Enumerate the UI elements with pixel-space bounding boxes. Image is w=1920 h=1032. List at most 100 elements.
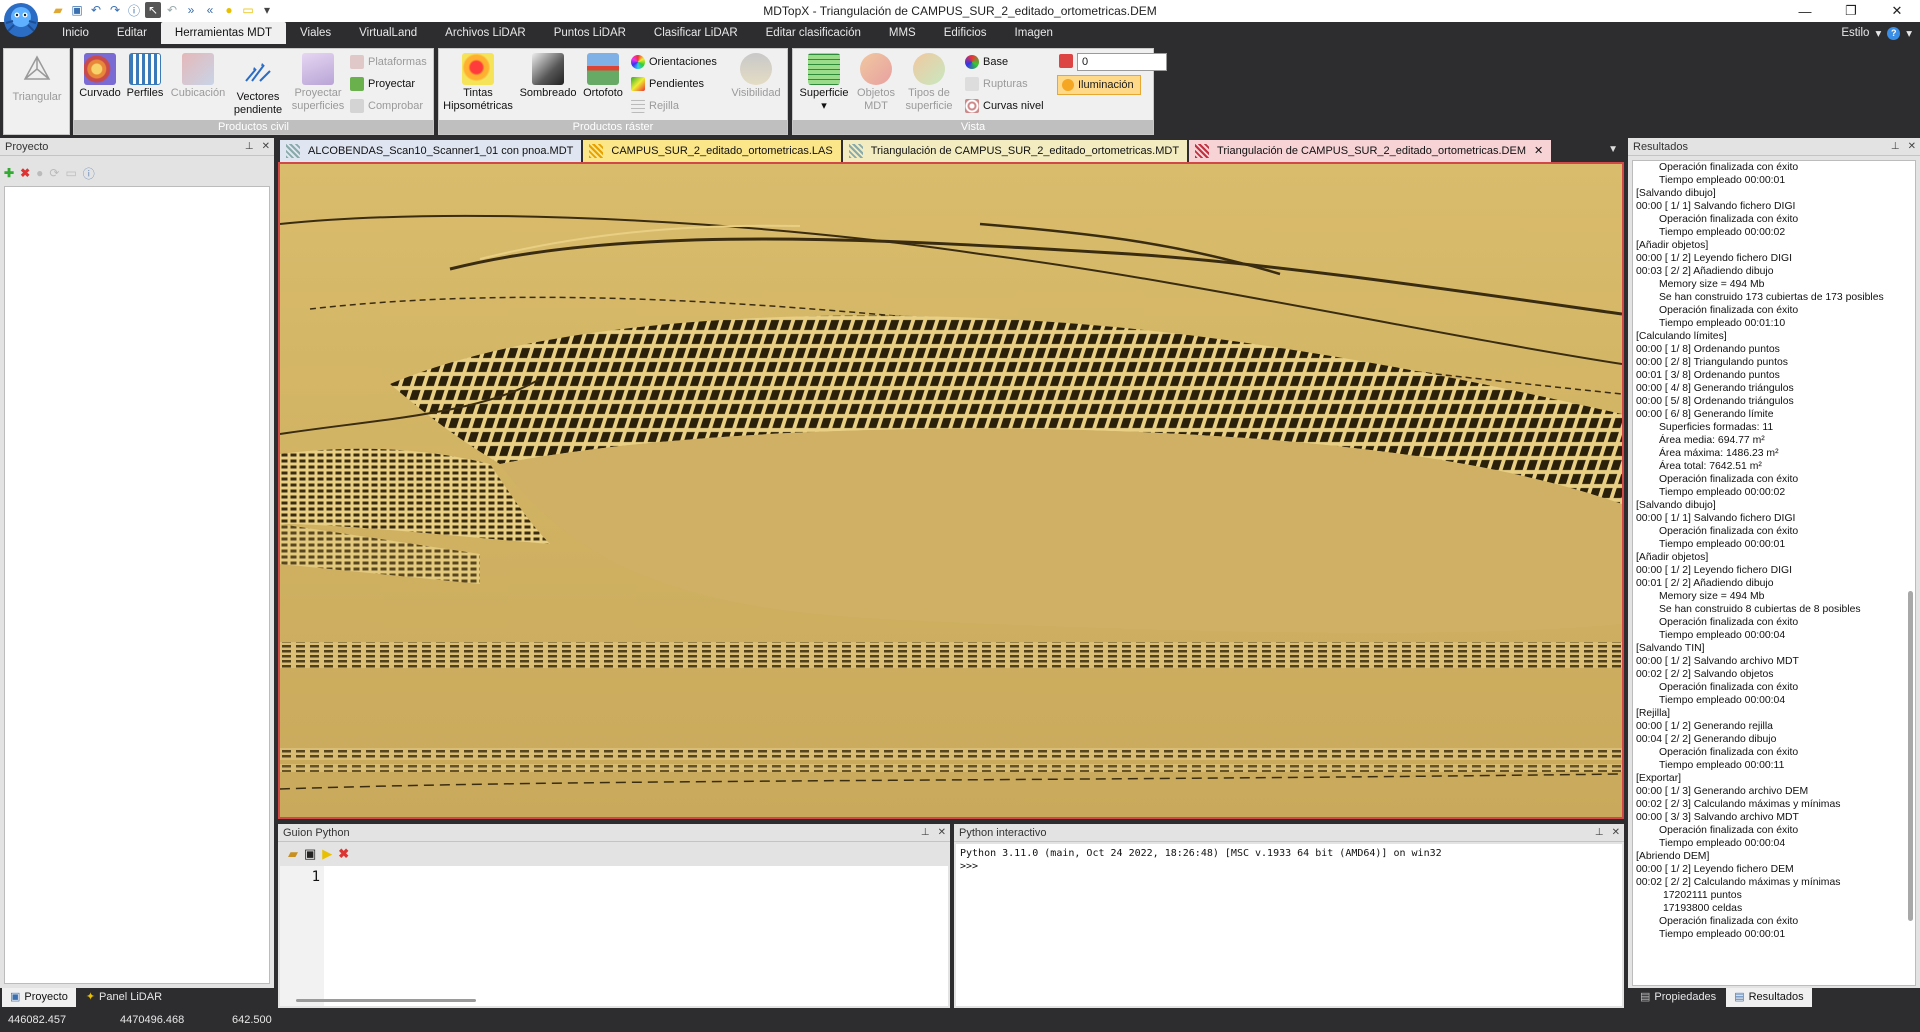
- close-icon[interactable]: ✕: [262, 138, 270, 156]
- volume-icon: [182, 53, 214, 85]
- app-logo-icon[interactable]: [2, 1, 40, 39]
- light-angle-spinbox[interactable]: 0: [1077, 53, 1167, 71]
- ribbon-right-controls: Estilo ▾ ? ▾: [1841, 26, 1912, 40]
- ribbon-tab-inicio[interactable]: Inicio: [48, 22, 103, 44]
- superficie-button[interactable]: Superficie ▾: [797, 53, 851, 113]
- help-chevron-icon[interactable]: ▾: [1906, 26, 1912, 40]
- vertical-scrollbar[interactable]: [1908, 591, 1913, 921]
- ribbon-tab-viales[interactable]: Viales: [286, 22, 345, 44]
- style-dropdown[interactable]: Estilo: [1841, 27, 1869, 39]
- objetos-mdt-button[interactable]: Objetos MDT: [853, 53, 899, 113]
- vectores-pendiente-button[interactable]: Vectores pendiente: [228, 53, 288, 117]
- ribbon-tab-virtualland[interactable]: VirtualLand: [345, 22, 431, 44]
- pin-icon[interactable]: ⊥: [1891, 138, 1900, 156]
- ribbon-tab-imagen[interactable]: Imagen: [1001, 22, 1067, 44]
- terrain-3d-viewport[interactable]: [278, 162, 1624, 819]
- plataformas-button[interactable]: Plataformas: [350, 53, 427, 71]
- ribbon-tab-edificios[interactable]: Edificios: [930, 22, 1001, 44]
- proyectar-superficies-button[interactable]: Proyectar superficies: [288, 53, 348, 113]
- style-chevron-icon[interactable]: ▾: [1875, 26, 1881, 40]
- log-line: Área total: 7642.51 m²: [1659, 461, 1762, 472]
- orientaciones-button[interactable]: Orientaciones: [631, 53, 717, 71]
- pin-icon[interactable]: ⊥: [245, 138, 254, 156]
- close-icon[interactable]: ✕: [1908, 138, 1916, 156]
- tab-panel-lidar[interactable]: ✦ Panel LiDAR: [78, 988, 170, 1007]
- comprobar-button[interactable]: Comprobar: [350, 97, 423, 115]
- log-line: Superficies formadas: 11: [1659, 422, 1774, 433]
- close-button[interactable]: ✕: [1874, 0, 1920, 22]
- tintas-hipsometricas-button[interactable]: Tintas Hipsométricas: [441, 53, 515, 113]
- sombreado-button[interactable]: Sombreado: [517, 53, 579, 100]
- results-panel-tabs: ▤ Propiedades ▤ Resultados: [1628, 988, 1920, 1008]
- tab-resultados[interactable]: ▤ Resultados: [1726, 988, 1812, 1007]
- log-line: 00:00 [ 1/ 1] Salvando fichero DIGI: [1636, 513, 1796, 524]
- add-icon[interactable]: ✚: [4, 166, 14, 180]
- python-console[interactable]: Python 3.11.0 (main, Oct 24 2022, 18:26:…: [956, 844, 1622, 1006]
- project-panel-title: Proyecto: [5, 141, 49, 153]
- project-panel-tabs: ▣ Proyecto ✦ Panel LiDAR: [0, 988, 274, 1008]
- curvas-nivel-toggle[interactable]: Curvas nivel: [965, 97, 1044, 115]
- ribbon-tab-clasificar-lidar[interactable]: Clasificar LiDAR: [640, 22, 752, 44]
- maximize-button[interactable]: ❐: [1828, 0, 1874, 22]
- coord-x: 446082.457: [8, 1014, 67, 1026]
- rupturas-toggle[interactable]: Rupturas: [965, 75, 1028, 93]
- save-icon[interactable]: ▣: [304, 846, 316, 862]
- results-log[interactable]: Operación finalizada con éxito Tiempo emp…: [1632, 160, 1916, 986]
- ribbon-tab-archivos-lidar[interactable]: Archivos LiDAR: [431, 22, 540, 44]
- project-tree[interactable]: [4, 186, 270, 984]
- document-tab[interactable]: ALCOBENDAS_Scan10_Scanner1_01 con pnoa.M…: [280, 140, 582, 162]
- close-icon[interactable]: ✕: [1612, 824, 1620, 842]
- log-line: 00:02 [ 2/ 3] Calculando máximas y mínim…: [1636, 799, 1841, 810]
- minimize-button[interactable]: —: [1782, 0, 1828, 22]
- iluminacion-toggle[interactable]: Iluminación: [1057, 75, 1141, 95]
- info-icon[interactable]: ⓘ: [83, 165, 95, 182]
- log-line: [Salvando dibujo]: [1636, 500, 1716, 511]
- log-line: [Exportar]: [1636, 773, 1682, 784]
- log-line: 00:00 [ 1/ 8] Ordenando puntos: [1636, 344, 1780, 355]
- document-tab[interactable]: Triangulación de CAMPUS_SUR_2_editado_or…: [1189, 140, 1552, 162]
- close-tab-icon[interactable]: ✕: [1534, 140, 1543, 162]
- ribbon-tab-editar[interactable]: Editar: [103, 22, 161, 44]
- rejilla-button[interactable]: Rejilla: [631, 97, 679, 115]
- lower-terrace-band: [280, 748, 1622, 760]
- run-icon[interactable]: ▶: [322, 846, 332, 862]
- ortofoto-button[interactable]: Ortofoto: [579, 53, 627, 100]
- perfiles-button[interactable]: Perfiles: [124, 53, 166, 100]
- tipos-superficie-button[interactable]: Tipos de superficie: [901, 53, 957, 113]
- refresh-icon[interactable]: ⟳: [49, 166, 59, 180]
- ribbon-tab-herramientas-mdt[interactable]: Herramientas MDT: [160, 22, 287, 44]
- python-script-editor[interactable]: 1: [280, 866, 948, 1006]
- log-line: Tiempo empleado 00:00:02: [1659, 487, 1786, 498]
- ribbon-tab-puntos-lidar[interactable]: Puntos LiDAR: [540, 22, 640, 44]
- pendientes-button[interactable]: Pendientes: [631, 75, 704, 93]
- proyectar-button[interactable]: Proyectar: [350, 75, 415, 93]
- triangular-button[interactable]: Triangular: [8, 53, 66, 104]
- document-type-icon: [589, 144, 604, 158]
- log-line: Tiempo empleado 00:00:01: [1659, 929, 1786, 940]
- log-line: 00:00 [ 1/ 2] Salvando archivo MDT: [1636, 656, 1799, 667]
- tab-list-menu-icon[interactable]: ▼: [1608, 144, 1618, 155]
- base-toggle[interactable]: Base: [965, 53, 1008, 71]
- document-tab[interactable]: Triangulación de CAMPUS_SUR_2_editado_or…: [842, 140, 1188, 162]
- document-tab[interactable]: CAMPUS_SUR_2_editado_ortometricas.LAS: [583, 140, 841, 162]
- ribbon-tab-editar-clasificaci-n[interactable]: Editar clasificación: [752, 22, 875, 44]
- visibilidad-button[interactable]: Visibilidad: [727, 53, 785, 100]
- ribbon-tab-mms[interactable]: MMS: [875, 22, 930, 44]
- results-icon: ▤: [1734, 991, 1745, 1003]
- close-icon[interactable]: ✕: [938, 824, 946, 842]
- document-tab-label: Triangulación de CAMPUS_SUR_2_editado_or…: [870, 145, 1180, 157]
- delete-icon[interactable]: ✖: [20, 166, 30, 180]
- cubicacion-button[interactable]: Cubicación: [168, 53, 228, 100]
- bulb-icon[interactable]: ●: [36, 166, 43, 180]
- window-icon[interactable]: ▭: [65, 166, 76, 180]
- pin-icon[interactable]: ⊥: [921, 824, 930, 842]
- tab-proyecto[interactable]: ▣ Proyecto: [2, 988, 76, 1007]
- help-icon[interactable]: ?: [1887, 26, 1901, 40]
- horizontal-scrollbar[interactable]: [296, 999, 476, 1002]
- stop-icon[interactable]: ✖: [338, 846, 349, 862]
- open-folder-icon[interactable]: ▰: [288, 846, 298, 862]
- ribbon-tab-strip: Inicio Editar Herramientas MDT Viales Virtua…: [0, 22, 1920, 44]
- pin-icon[interactable]: ⊥: [1595, 824, 1604, 842]
- curvado-button[interactable]: Curvado: [78, 53, 122, 100]
- tab-propiedades[interactable]: ▤ Propiedades: [1632, 988, 1724, 1007]
